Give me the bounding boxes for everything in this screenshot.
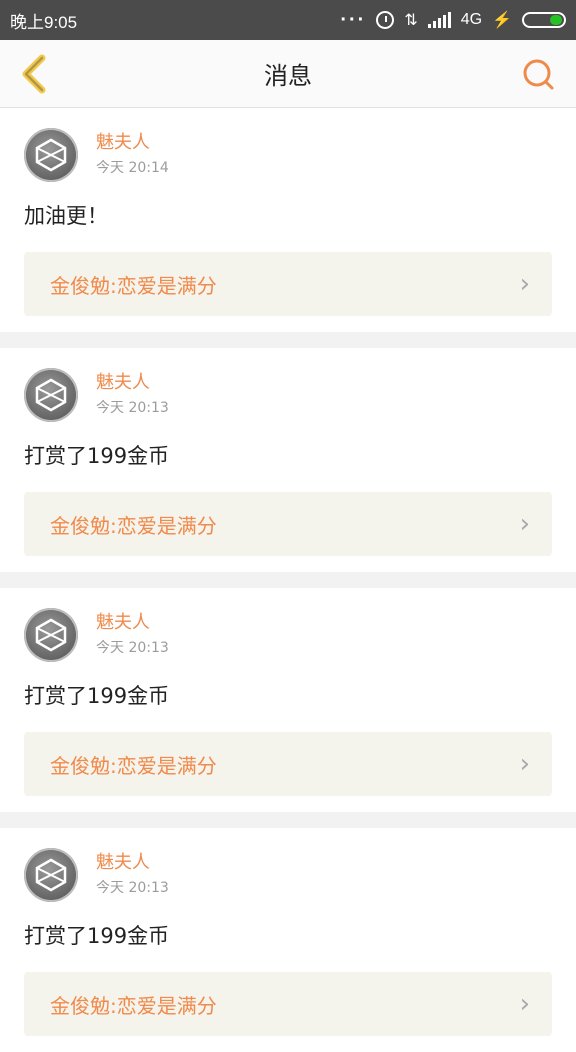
chevron-right-icon: › — [519, 269, 530, 299]
book-title: 金俊勉:恋爱是满分 — [50, 513, 217, 538]
user-meta: 魅夫人 今天 20:13 — [96, 851, 169, 899]
message-header: 魅夫人 今天 20:13 — [24, 848, 552, 902]
status-time: 晚上9:05 — [10, 8, 77, 33]
user-name[interactable]: 魅夫人 — [96, 131, 169, 155]
avatar-cube-icon — [35, 858, 67, 892]
message-text: 打赏了199金币 — [24, 444, 170, 468]
message-header: 魅夫人 今天 20:14 — [24, 128, 552, 182]
avatar[interactable] — [24, 848, 78, 902]
avatar[interactable] — [24, 128, 78, 182]
data-transfer-icon: ⇅ — [404, 12, 418, 29]
message-text: 打赏了199金币 — [24, 684, 170, 708]
avatar-cube-icon — [35, 378, 67, 412]
user-name[interactable]: 魅夫人 — [96, 851, 169, 875]
message-time: 今天 20:13 — [96, 880, 169, 896]
message-time: 今天 20:13 — [96, 400, 169, 416]
message-list: 魅夫人 今天 20:14 加油更！ 金俊勉:恋爱是满分 › 魅夫人 今天 20:… — [0, 108, 576, 1052]
chevron-right-icon: › — [519, 989, 530, 1019]
chevron-right-icon: › — [519, 509, 530, 539]
message-card: 魅夫人 今天 20:13 打赏了199金币 金俊勉:恋爱是满分 › — [0, 828, 576, 1052]
user-meta: 魅夫人 今天 20:14 — [96, 131, 169, 179]
message-header: 魅夫人 今天 20:13 — [24, 608, 552, 662]
status-time-text: 晚上9:05 — [10, 12, 78, 32]
chevron-right-icon: › — [519, 749, 530, 779]
user-name[interactable]: 魅夫人 — [96, 611, 169, 635]
back-button[interactable] — [18, 54, 58, 94]
search-button[interactable] — [518, 54, 558, 94]
book-title: 金俊勉:恋爱是满分 — [50, 993, 217, 1018]
user-name[interactable]: 魅夫人 — [96, 371, 169, 395]
more-notifications-icon: ··· — [340, 8, 367, 31]
message-card: 魅夫人 今天 20:13 打赏了199金币 金俊勉:恋爱是满分 › — [0, 348, 576, 572]
message-card: 魅夫人 今天 20:14 加油更！ 金俊勉:恋爱是满分 › — [0, 108, 576, 332]
book-title: 金俊勉:恋爱是满分 — [50, 753, 217, 778]
network-type-label: 4G — [460, 11, 483, 28]
chevron-left-icon — [22, 54, 46, 93]
nav-bar: 消息 — [0, 40, 576, 108]
status-bar: 晚上9:05 ··· ⇅ 4G ⚡ — [0, 0, 576, 40]
message-card: 魅夫人 今天 20:13 打赏了199金币 金俊勉:恋爱是满分 › — [0, 588, 576, 812]
charging-icon: ⚡ — [492, 12, 512, 29]
page-title: 消息 — [264, 62, 312, 90]
message-text: 打赏了199金币 — [24, 924, 170, 948]
avatar[interactable] — [24, 368, 78, 422]
book-link[interactable]: 金俊勉:恋爱是满分 › — [24, 732, 552, 796]
user-meta: 魅夫人 今天 20:13 — [96, 611, 169, 659]
avatar-cube-icon — [35, 138, 67, 172]
message-header: 魅夫人 今天 20:13 — [24, 368, 552, 422]
search-icon — [523, 59, 554, 89]
avatar-cube-icon — [35, 618, 67, 652]
avatar[interactable] — [24, 608, 78, 662]
message-text: 加油更！ — [24, 204, 108, 228]
status-icons: ··· ⇅ 4G ⚡ — [340, 9, 566, 32]
user-meta: 魅夫人 今天 20:13 — [96, 371, 169, 419]
book-title: 金俊勉:恋爱是满分 — [50, 273, 217, 298]
message-time: 今天 20:14 — [96, 160, 169, 176]
battery-icon — [522, 12, 566, 28]
alarm-icon — [376, 11, 395, 29]
signal-strength-icon — [427, 12, 451, 28]
message-time: 今天 20:13 — [96, 640, 169, 656]
book-link[interactable]: 金俊勉:恋爱是满分 › — [24, 972, 552, 1036]
book-link[interactable]: 金俊勉:恋爱是满分 › — [24, 492, 552, 556]
book-link[interactable]: 金俊勉:恋爱是满分 › — [24, 252, 552, 316]
